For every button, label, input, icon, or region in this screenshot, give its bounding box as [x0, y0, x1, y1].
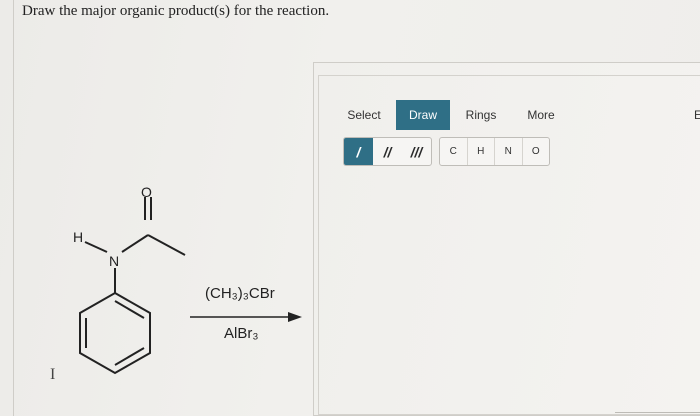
hydrogen-atom-label: H [73, 229, 83, 245]
oxygen-atom-label: O [141, 184, 152, 200]
atom-tool-group: C H N O [439, 137, 550, 166]
nitrogen-atom-label: N [109, 253, 119, 269]
single-bond-icon[interactable]: / [344, 138, 373, 165]
tab-more[interactable]: More [519, 100, 563, 130]
drawing-canvas[interactable]: Select Draw Rings More E / // /// C H N … [318, 75, 700, 415]
atom-carbon-button[interactable]: C [440, 138, 468, 165]
left-margin-rule [13, 0, 14, 416]
ring-double-bond-1 [114, 300, 145, 319]
tab-e-truncated[interactable]: E [694, 100, 700, 130]
atom-nitrogen-button[interactable]: N [495, 138, 523, 165]
question-text: Draw the major organic product(s) for th… [22, 3, 330, 19]
acetyl-methyl-bond [147, 234, 186, 256]
amide-bond [121, 234, 149, 253]
atom-hydrogen-button[interactable]: H [468, 138, 495, 165]
tab-rings[interactable]: Rings [459, 100, 503, 130]
drawing-editor-panel[interactable]: Select Draw Rings More E / // /// C H N … [313, 62, 700, 416]
tab-draw[interactable]: Draw [396, 100, 450, 130]
nh-bond [84, 241, 108, 253]
ring-double-bond-2 [114, 347, 145, 366]
reagent-below-arrow: AlBr₃ [224, 325, 259, 342]
tab-select[interactable]: Select [339, 100, 389, 130]
reagent-above-arrow: (CH₃)₃CBr [205, 285, 275, 302]
bottom-edge-rule [615, 412, 700, 416]
text-cursor-icon: I [50, 366, 56, 383]
bond-tool-group: / // /// [343, 137, 432, 166]
triple-bond-icon[interactable]: /// [402, 138, 431, 165]
double-bond-icon[interactable]: // [373, 138, 402, 165]
atom-oxygen-button[interactable]: O [523, 138, 550, 165]
benzene-ring [79, 291, 151, 375]
reaction-arrow-icon [190, 312, 302, 322]
reactant-structure: O N H [73, 184, 186, 375]
